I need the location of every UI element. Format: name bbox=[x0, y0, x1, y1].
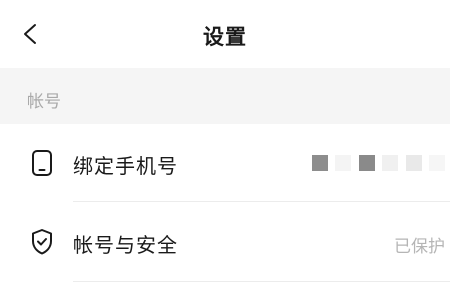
settings-item-label: 绑定手机号 bbox=[73, 154, 178, 178]
phone-icon bbox=[30, 148, 54, 178]
section-label: 帐号 bbox=[27, 92, 61, 112]
security-status-text: 已保护 bbox=[394, 237, 445, 257]
divider bbox=[73, 201, 450, 202]
phone-number-masked bbox=[312, 155, 450, 171]
section-header-account: 帐号 bbox=[0, 68, 450, 124]
settings-item-account-security[interactable]: 帐号与安全 已保护 bbox=[0, 203, 450, 281]
page-title: 设置 bbox=[203, 25, 247, 49]
top-bar: 设置 bbox=[0, 0, 450, 68]
settings-item-label: 帐号与安全 bbox=[73, 233, 178, 257]
settings-screen: 设置 帐号 绑定手机号 帐号与安全 已保护 bbox=[0, 0, 450, 300]
divider bbox=[73, 281, 450, 282]
shield-check-icon bbox=[30, 227, 54, 257]
